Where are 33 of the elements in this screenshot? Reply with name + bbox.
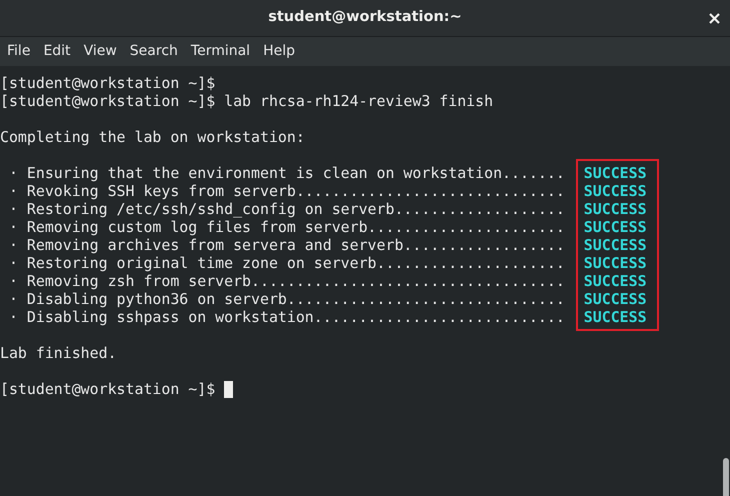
status-label: SUCCESS xyxy=(584,254,647,272)
task-line: · Revoking SSH keys from serverb.............................. xyxy=(8,182,565,200)
status-label: SUCCESS xyxy=(584,218,647,236)
status-label: SUCCESS xyxy=(584,236,647,254)
task-line: · Removing custom log files from serverb...................... xyxy=(8,218,565,236)
task-line: · Removing zsh from serverb................................... xyxy=(8,272,565,290)
task-line: · Restoring original time zone on serverb..................... xyxy=(8,254,565,272)
status-label: SUCCESS xyxy=(584,290,647,308)
close-icon xyxy=(708,12,720,24)
menu-item[interactable]: Terminal xyxy=(184,41,256,62)
status-label: SUCCESS xyxy=(584,164,647,182)
menu-item[interactable]: Help xyxy=(257,41,301,62)
menu-item[interactable]: File xyxy=(1,41,36,62)
menu-item[interactable]: Edit xyxy=(37,41,77,62)
scrollbar-thumb[interactable] xyxy=(723,458,729,496)
task-line: · Removing archives from servera and serverb.................. xyxy=(8,236,565,254)
status-label: SUCCESS xyxy=(584,182,647,200)
status-label: SUCCESS xyxy=(584,308,647,326)
task-line: · Disabling sshpass on workstation............................ xyxy=(8,308,565,326)
terminal-prompt-line: [student@workstation ~]$ xyxy=(0,74,216,92)
terminal-prompt-line: [student@workstation ~]$ lab rhcsa-rh124-review3 finish xyxy=(0,92,494,110)
status-label: SUCCESS xyxy=(584,200,647,218)
menu-item[interactable]: View xyxy=(78,41,123,62)
status-label: SUCCESS xyxy=(584,272,647,290)
window-title: student@workstation:~ xyxy=(268,8,462,28)
task-line: · Ensuring that the environment is clean on workstation....... xyxy=(8,164,565,182)
terminal-output-line: Lab finished. xyxy=(0,344,117,362)
task-line: · Disabling python36 on serverb............................... xyxy=(8,290,565,308)
terminal-output-line: Completing the lab on workstation: xyxy=(0,128,305,146)
task-line: · Restoring /etc/ssh/sshd_config on serverb................... xyxy=(8,200,565,218)
close-button[interactable] xyxy=(706,10,722,26)
terminal-prompt-line: [student@workstation ~]$ xyxy=(0,380,216,398)
menu-item[interactable]: Search xyxy=(124,41,184,62)
